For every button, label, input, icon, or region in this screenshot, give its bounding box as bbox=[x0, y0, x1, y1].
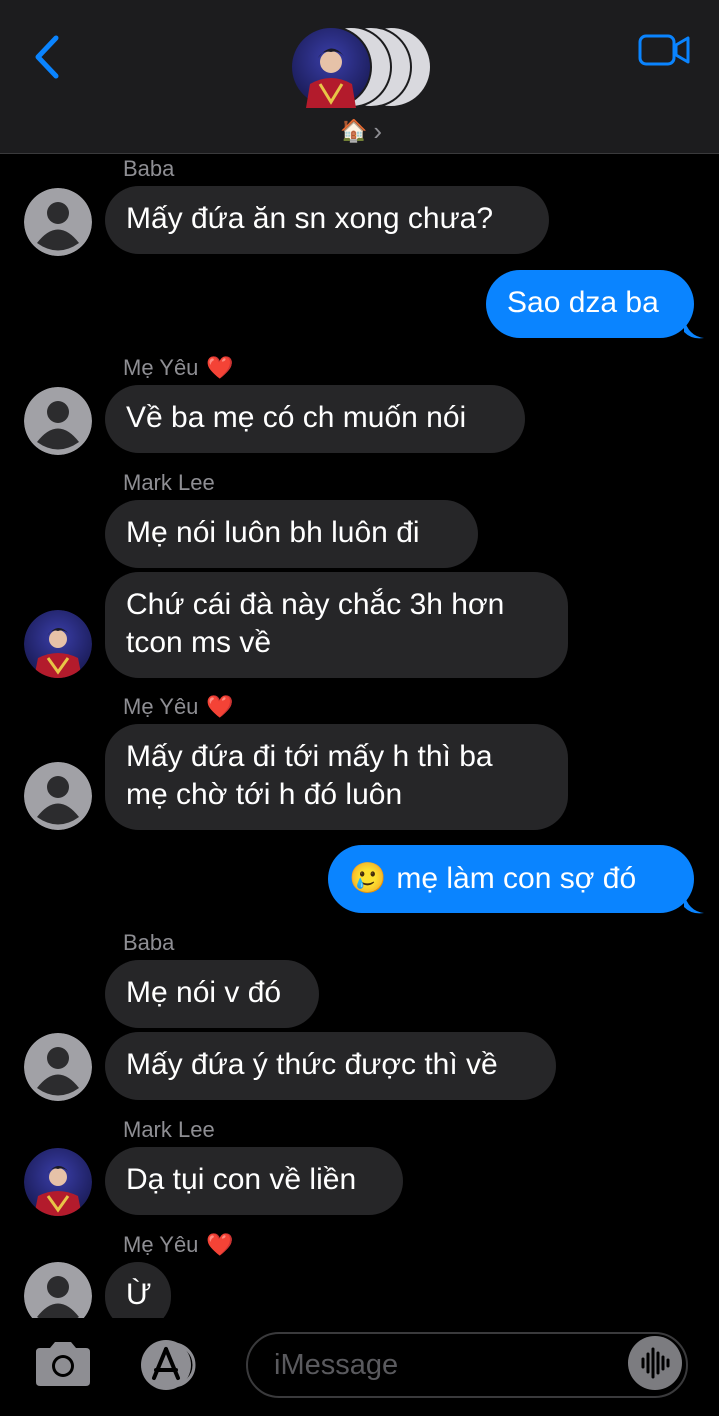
message-text: Ừ bbox=[126, 1278, 152, 1311]
person-icon bbox=[24, 1033, 92, 1101]
message-text-line: tcon ms về bbox=[126, 626, 272, 659]
audio-record-button[interactable] bbox=[628, 1336, 682, 1390]
video-camera-icon bbox=[638, 34, 690, 66]
person-icon bbox=[24, 387, 92, 455]
sender-name: Mark Lee bbox=[123, 1117, 215, 1143]
message-text: Sao dza ba bbox=[507, 286, 659, 319]
message-bubble-outgoing[interactable]: 🥲 mẹ làm con sợ đó bbox=[328, 845, 694, 913]
chevron-left-icon bbox=[35, 35, 59, 79]
chevron-right-icon: › bbox=[373, 115, 383, 146]
composer-bar: iMessage bbox=[0, 1318, 719, 1416]
message-text: Mấy đứa ăn sn xong chưa? bbox=[126, 202, 494, 235]
video-call-button[interactable] bbox=[638, 32, 690, 68]
sender-label: Mark Lee bbox=[123, 470, 215, 495]
sender-name: Mark Lee bbox=[123, 470, 215, 496]
conversation-header: 🏠 › bbox=[0, 0, 719, 154]
input-placeholder: iMessage bbox=[274, 1349, 399, 1381]
sender-name: Mẹ Yêu ❤️ bbox=[123, 355, 234, 381]
camera-button[interactable] bbox=[32, 1340, 94, 1388]
house-icon: 🏠 bbox=[340, 118, 368, 144]
heart-icon: ❤️ bbox=[206, 1232, 234, 1258]
message-bubble-incoming[interactable]: Mấy đứa đi tới mấy h thì ba mẹ chờ tới h… bbox=[105, 724, 568, 830]
sender-label: Mẹ Yêu bbox=[123, 694, 199, 719]
message-bubble-incoming[interactable]: Mấy đứa ăn sn xong chưa? bbox=[105, 186, 549, 254]
sender-label: Mẹ Yêu bbox=[123, 1232, 199, 1257]
avatar[interactable] bbox=[24, 188, 92, 256]
heart-icon: ❤️ bbox=[206, 694, 234, 720]
sender-name: Baba bbox=[123, 930, 174, 956]
sender-label: Baba bbox=[123, 930, 175, 955]
message-text-line: Mấy đứa đi tới mấy h thì ba bbox=[126, 740, 493, 773]
message-bubble-incoming[interactable]: Mẹ nói v đó bbox=[105, 960, 319, 1028]
app-store-icon bbox=[141, 1340, 196, 1390]
avatar[interactable] bbox=[24, 387, 92, 455]
message-bubble-outgoing[interactable]: Sao dza ba bbox=[486, 270, 694, 338]
person-icon bbox=[24, 762, 92, 830]
avatar[interactable] bbox=[24, 762, 92, 830]
back-button[interactable] bbox=[30, 32, 70, 82]
bubble-tail bbox=[684, 318, 704, 339]
profile-photo bbox=[24, 610, 92, 678]
sender-label: Baba bbox=[123, 156, 175, 181]
message-bubble-incoming[interactable]: Chứ cái đà này chắc 3h hơn tcon ms về bbox=[105, 572, 568, 678]
message-bubble-incoming[interactable]: Về ba mẹ có ch muốn nói bbox=[105, 385, 525, 453]
message-input[interactable]: iMessage bbox=[246, 1332, 688, 1398]
message-bubble-incoming[interactable]: Mẹ nói luôn bh luôn đi bbox=[105, 500, 478, 568]
crying-face-icon: 🥲 bbox=[349, 861, 387, 896]
group-name-row[interactable]: 🏠 › bbox=[340, 116, 382, 146]
heart-icon: ❤️ bbox=[206, 355, 234, 381]
waveform-icon bbox=[641, 1347, 670, 1379]
sender-name: Mẹ Yêu ❤️ bbox=[123, 1232, 234, 1258]
message-text: Dạ tụi con về liền bbox=[126, 1163, 357, 1196]
camera-icon bbox=[36, 1342, 90, 1386]
message-text: Mẹ nói v đó bbox=[126, 976, 282, 1009]
sender-name: Baba bbox=[123, 156, 174, 182]
message-text-line: Chứ cái đà này chắc 3h hơn bbox=[126, 588, 505, 621]
sender-label: Mẹ Yêu bbox=[123, 355, 199, 380]
message-text: Mấy đứa ý thức được thì về bbox=[126, 1048, 498, 1081]
avatar[interactable] bbox=[24, 610, 92, 678]
message-text: mẹ làm con sợ đó bbox=[396, 862, 637, 895]
person-icon bbox=[24, 188, 92, 256]
message-bubble-incoming[interactable]: Mấy đứa ý thức được thì về bbox=[105, 1032, 556, 1100]
bubble-tail bbox=[684, 893, 704, 914]
avatar[interactable] bbox=[24, 1033, 92, 1101]
sender-name: Mẹ Yêu ❤️ bbox=[123, 694, 234, 720]
message-text: Về ba mẹ có ch muốn nói bbox=[126, 401, 467, 434]
group-avatar-stack[interactable] bbox=[290, 26, 440, 108]
profile-photo bbox=[24, 1148, 92, 1216]
apps-button[interactable] bbox=[136, 1340, 206, 1390]
message-text: Mẹ nói luôn bh luôn đi bbox=[126, 516, 420, 549]
group-photo-avatar bbox=[290, 26, 372, 108]
sender-label: Mark Lee bbox=[123, 1117, 215, 1142]
avatar[interactable] bbox=[24, 1148, 92, 1216]
message-bubble-incoming[interactable]: Dạ tụi con về liền bbox=[105, 1147, 403, 1215]
message-text-line: mẹ chờ tới h đó luôn bbox=[126, 778, 403, 811]
